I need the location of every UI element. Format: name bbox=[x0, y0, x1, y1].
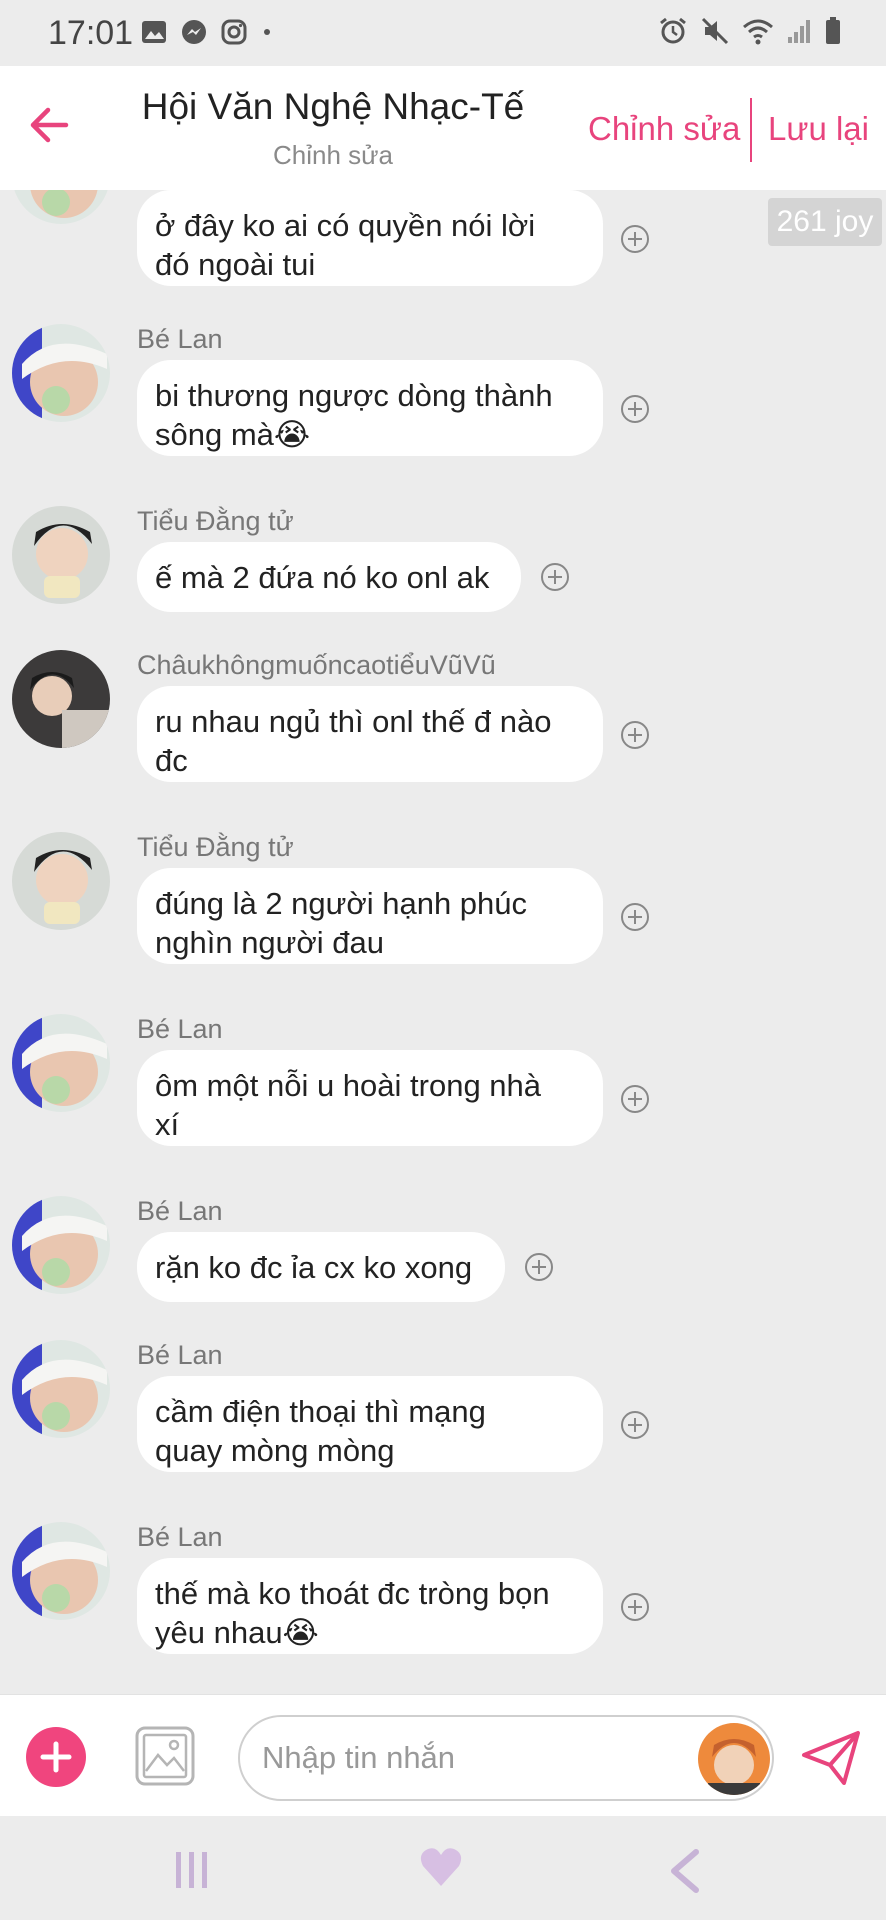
message-line: bi thương ngược dòng thành bbox=[155, 378, 553, 413]
message-bubble[interactable]: đúng là 2 người hạnh phúc nghìn người đa… bbox=[137, 868, 603, 964]
add-button[interactable] bbox=[26, 1727, 86, 1787]
chat-header: Hội Văn Nghệ Nhạc-Tế Chỉnh sửa Chỉnh sửa… bbox=[0, 66, 886, 190]
plus-icon bbox=[40, 1741, 72, 1773]
avatar-chau[interactable] bbox=[12, 650, 110, 748]
home-heart-icon[interactable] bbox=[418, 1844, 464, 1890]
message-bubble[interactable]: ôm một nỗi u hoài trong nhà xí bbox=[137, 1050, 603, 1146]
save-button[interactable]: Lưu lại bbox=[768, 110, 869, 148]
sender-name: Bé Lan bbox=[137, 324, 223, 354]
more-notifications-dot-icon bbox=[264, 29, 270, 35]
gallery-notification-icon bbox=[142, 21, 166, 43]
chat-title: Hội Văn Nghệ Nhạc-Tế bbox=[141, 86, 525, 127]
message-bubble[interactable]: rặn ko đc ỉa cx ko xong bbox=[137, 1232, 505, 1302]
recent-apps-icon[interactable] bbox=[172, 1848, 212, 1892]
sender-name: Tiểu Đằng tử bbox=[137, 506, 294, 536]
message-line: ôm một nỗi u hoài trong nhà bbox=[155, 1068, 542, 1103]
header-divider bbox=[750, 98, 752, 162]
message-bubble[interactable]: ru nhau ngủ thì onl thế đ nào đc bbox=[137, 686, 603, 782]
chat-message-list[interactable]: 261 joy ở đây ko ai có quyền nói lời đó … bbox=[0, 190, 886, 1694]
add-reaction-icon[interactable] bbox=[620, 1592, 650, 1622]
message-line: yêu nhau😭 bbox=[155, 1615, 319, 1650]
nav-back-icon[interactable] bbox=[668, 1848, 702, 1894]
alarm-icon bbox=[660, 17, 686, 44]
avatar-be-lan[interactable] bbox=[12, 324, 110, 422]
message-line: xí bbox=[155, 1107, 180, 1142]
add-reaction-icon[interactable] bbox=[620, 902, 650, 932]
message-input[interactable] bbox=[262, 1717, 702, 1799]
message-line: ế mà 2 đứa nó ko onl ak bbox=[155, 560, 490, 595]
status-time: 17:01 bbox=[48, 14, 134, 52]
message-line: ở đây ko ai có quyền nói lời bbox=[155, 208, 536, 243]
signal-icon bbox=[788, 20, 810, 43]
message-bubble[interactable]: thế mà ko thoát đc tròng bọn yêu nhau😭 bbox=[137, 1558, 603, 1654]
battery-icon bbox=[826, 17, 840, 44]
status-bar: 17:01 bbox=[0, 0, 886, 66]
message-line: ru nhau ngủ thì onl thế đ nào bbox=[155, 704, 552, 739]
message-line: đúng là 2 người hạnh phúc bbox=[155, 886, 528, 921]
add-reaction-icon[interactable] bbox=[540, 562, 570, 592]
send-icon[interactable] bbox=[800, 1729, 862, 1787]
add-reaction-icon[interactable] bbox=[620, 1410, 650, 1440]
edit-button[interactable]: Chỉnh sửa bbox=[588, 110, 740, 148]
message-composer bbox=[0, 1694, 886, 1816]
image-picker-icon[interactable] bbox=[134, 1725, 196, 1787]
message-line: thế mà ko thoát đc tròng bọn bbox=[155, 1576, 550, 1611]
message-line: nghìn người đau bbox=[155, 925, 384, 960]
add-reaction-icon[interactable] bbox=[620, 720, 650, 750]
avatar-be-lan[interactable] bbox=[12, 190, 110, 224]
message-line: đó ngoài tui bbox=[155, 247, 316, 282]
messenger-notification-icon bbox=[182, 20, 206, 44]
sticker-avatar-button[interactable] bbox=[698, 1723, 770, 1795]
instagram-notification-icon bbox=[221, 19, 247, 45]
add-reaction-icon[interactable] bbox=[620, 224, 650, 254]
message-line: cầm điện thoại thì mạng bbox=[155, 1394, 486, 1429]
avatar-be-lan[interactable] bbox=[12, 1014, 110, 1112]
sender-name: Tiểu Đằng tử bbox=[137, 832, 294, 862]
mute-icon bbox=[701, 17, 729, 45]
sender-name: ChâukhôngmuốncaotiểuVũVũ bbox=[137, 650, 496, 680]
avatar-tieu-dang-tu[interactable] bbox=[12, 832, 110, 930]
add-reaction-icon[interactable] bbox=[620, 394, 650, 424]
message-line: rặn ko đc ỉa cx ko xong bbox=[155, 1250, 473, 1285]
add-reaction-icon[interactable] bbox=[620, 1084, 650, 1114]
message-bubble[interactable]: ở đây ko ai có quyền nói lời đó ngoài tu… bbox=[137, 190, 603, 286]
chat-subtitle[interactable]: Chỉnh sửa bbox=[0, 140, 666, 171]
message-line: quay mòng mòng bbox=[155, 1433, 395, 1468]
message-bubble[interactable]: cầm điện thoại thì mạng quay mòng mòng bbox=[137, 1376, 603, 1472]
message-line: sông mà😭 bbox=[155, 417, 311, 452]
avatar-tieu-dang-tu[interactable] bbox=[12, 506, 110, 604]
message-bubble[interactable]: ế mà 2 đứa nó ko onl ak bbox=[137, 542, 521, 612]
message-bubble[interactable]: bi thương ngược dòng thành sông mà😭 bbox=[137, 360, 603, 456]
avatar-be-lan[interactable] bbox=[12, 1340, 110, 1438]
avatar-be-lan[interactable] bbox=[12, 1522, 110, 1620]
wifi-icon bbox=[743, 19, 773, 45]
sender-name: Bé Lan bbox=[137, 1340, 223, 1370]
joy-badge: 261 joy bbox=[768, 198, 882, 246]
system-nav-bar bbox=[0, 1816, 886, 1920]
sender-name: Bé Lan bbox=[137, 1522, 223, 1552]
avatar-be-lan[interactable] bbox=[12, 1196, 110, 1294]
message-line: đc bbox=[155, 743, 188, 778]
sender-name: Bé Lan bbox=[137, 1014, 223, 1044]
add-reaction-icon[interactable] bbox=[524, 1252, 554, 1282]
sender-name: Bé Lan bbox=[137, 1196, 223, 1226]
message-input-container bbox=[238, 1715, 774, 1801]
